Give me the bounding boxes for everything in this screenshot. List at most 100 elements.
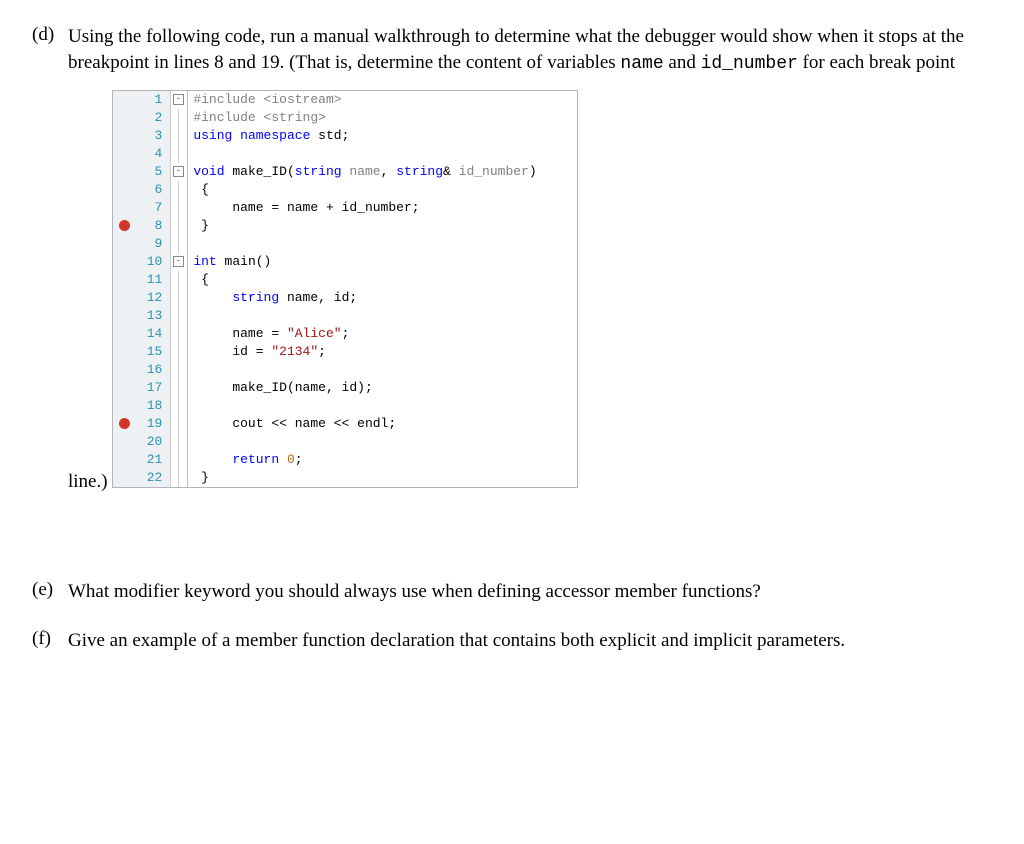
code-text: return 0; <box>189 451 342 469</box>
fold-gutter[interactable] <box>171 181 185 199</box>
fold-line <box>178 109 179 127</box>
fold-line <box>178 451 179 469</box>
fold-collapse-icon[interactable]: - <box>173 256 184 267</box>
fold-line <box>178 397 179 415</box>
breakpoint-gutter[interactable] <box>113 109 135 127</box>
code-line: 17 make_ID(name, id); <box>113 379 576 397</box>
breakpoint-gutter[interactable] <box>113 415 135 433</box>
fold-gutter[interactable] <box>171 199 185 217</box>
code-text: name = name + id_number; <box>189 199 459 217</box>
fold-line <box>178 307 179 325</box>
fold-gutter[interactable]: - <box>171 91 185 109</box>
question-d-label: (d) <box>32 24 68 495</box>
breakpoint-gutter[interactable] <box>113 397 135 415</box>
line-number: 10 <box>135 253 171 271</box>
fold-gutter[interactable]: - <box>171 253 185 271</box>
fold-gutter[interactable] <box>171 217 185 235</box>
question-d-var2: id_number <box>701 54 798 74</box>
question-d-body: Using the following code, run a manual w… <box>68 24 992 495</box>
breakpoint-gutter[interactable] <box>113 199 135 217</box>
fold-line <box>178 379 179 397</box>
question-d: (d) Using the following code, run a manu… <box>32 24 992 495</box>
fold-gutter[interactable] <box>171 325 185 343</box>
code-line: 10-int main() <box>113 253 576 271</box>
code-text: using namespace std; <box>189 127 389 145</box>
fold-gutter[interactable] <box>171 289 185 307</box>
line-number: 22 <box>135 469 171 487</box>
fold-gutter[interactable] <box>171 397 185 415</box>
line-number: 4 <box>135 145 171 163</box>
line-number: 15 <box>135 343 171 361</box>
fold-gutter[interactable] <box>171 379 185 397</box>
breakpoint-gutter[interactable] <box>113 217 135 235</box>
breakpoint-gutter[interactable] <box>113 433 135 451</box>
question-f-label: (f) <box>32 628 68 654</box>
fold-collapse-icon[interactable]: - <box>173 166 184 177</box>
line-number: 3 <box>135 127 171 145</box>
fold-gutter[interactable] <box>171 451 185 469</box>
code-text: #include <string> <box>189 109 366 127</box>
breakpoint-icon[interactable] <box>119 418 130 429</box>
fold-gutter[interactable] <box>171 469 185 487</box>
fold-gutter[interactable] <box>171 127 185 145</box>
line-number: 16 <box>135 361 171 379</box>
code-text: } <box>189 469 249 487</box>
code-line: 4 <box>113 145 576 163</box>
code-line: 16 <box>113 361 576 379</box>
code-line: 1-#include <iostream> <box>113 91 576 109</box>
line-number: 12 <box>135 289 171 307</box>
breakpoint-gutter[interactable] <box>113 235 135 253</box>
code-text: } <box>189 217 249 235</box>
fold-gutter[interactable] <box>171 145 185 163</box>
fold-line <box>178 469 179 487</box>
code-line: 12 string name, id; <box>113 289 576 307</box>
breakpoint-gutter[interactable] <box>113 289 135 307</box>
code-line: 18 <box>113 397 576 415</box>
line-number: 9 <box>135 235 171 253</box>
fold-gutter[interactable] <box>171 343 185 361</box>
question-e: (e) What modifier keyword you should alw… <box>32 579 992 605</box>
fold-gutter[interactable] <box>171 433 185 451</box>
code-text <box>189 307 233 325</box>
question-f: (f) Give an example of a member function… <box>32 628 992 654</box>
fold-line <box>178 127 179 145</box>
fold-gutter[interactable] <box>171 307 185 325</box>
breakpoint-gutter[interactable] <box>113 271 135 289</box>
code-line: 22 } <box>113 469 576 487</box>
breakpoint-gutter[interactable] <box>113 253 135 271</box>
fold-gutter[interactable]: - <box>171 163 185 181</box>
breakpoint-gutter[interactable] <box>113 469 135 487</box>
fold-collapse-icon[interactable]: - <box>173 94 184 105</box>
line-number: 11 <box>135 271 171 289</box>
breakpoint-gutter[interactable] <box>113 361 135 379</box>
code-line: 15 id = "2134"; <box>113 343 576 361</box>
code-editor: 1-#include <iostream>2#include <string>3… <box>112 90 577 488</box>
fold-gutter[interactable] <box>171 361 185 379</box>
breakpoint-gutter[interactable] <box>113 325 135 343</box>
breakpoint-gutter[interactable] <box>113 127 135 145</box>
breakpoint-gutter[interactable] <box>113 343 135 361</box>
breakpoint-gutter[interactable] <box>113 145 135 163</box>
question-e-label: (e) <box>32 579 68 605</box>
line-number: 7 <box>135 199 171 217</box>
code-line: 6 { <box>113 181 576 199</box>
line-number: 20 <box>135 433 171 451</box>
code-line: 2#include <string> <box>113 109 576 127</box>
code-text: void make_ID(string name, string& id_num… <box>189 163 576 181</box>
breakpoint-gutter[interactable] <box>113 181 135 199</box>
breakpoint-icon[interactable] <box>119 220 130 231</box>
breakpoint-gutter[interactable] <box>113 451 135 469</box>
line-number: 1 <box>135 91 171 109</box>
line-number: 17 <box>135 379 171 397</box>
breakpoint-gutter[interactable] <box>113 307 135 325</box>
fold-gutter[interactable] <box>171 109 185 127</box>
breakpoint-gutter[interactable] <box>113 163 135 181</box>
breakpoint-gutter[interactable] <box>113 379 135 397</box>
question-d-var1: name <box>620 54 663 74</box>
fold-line <box>178 181 179 199</box>
fold-gutter[interactable] <box>171 271 185 289</box>
code-line: 20 <box>113 433 576 451</box>
fold-gutter[interactable] <box>171 415 185 433</box>
breakpoint-gutter[interactable] <box>113 91 135 109</box>
fold-gutter[interactable] <box>171 235 185 253</box>
